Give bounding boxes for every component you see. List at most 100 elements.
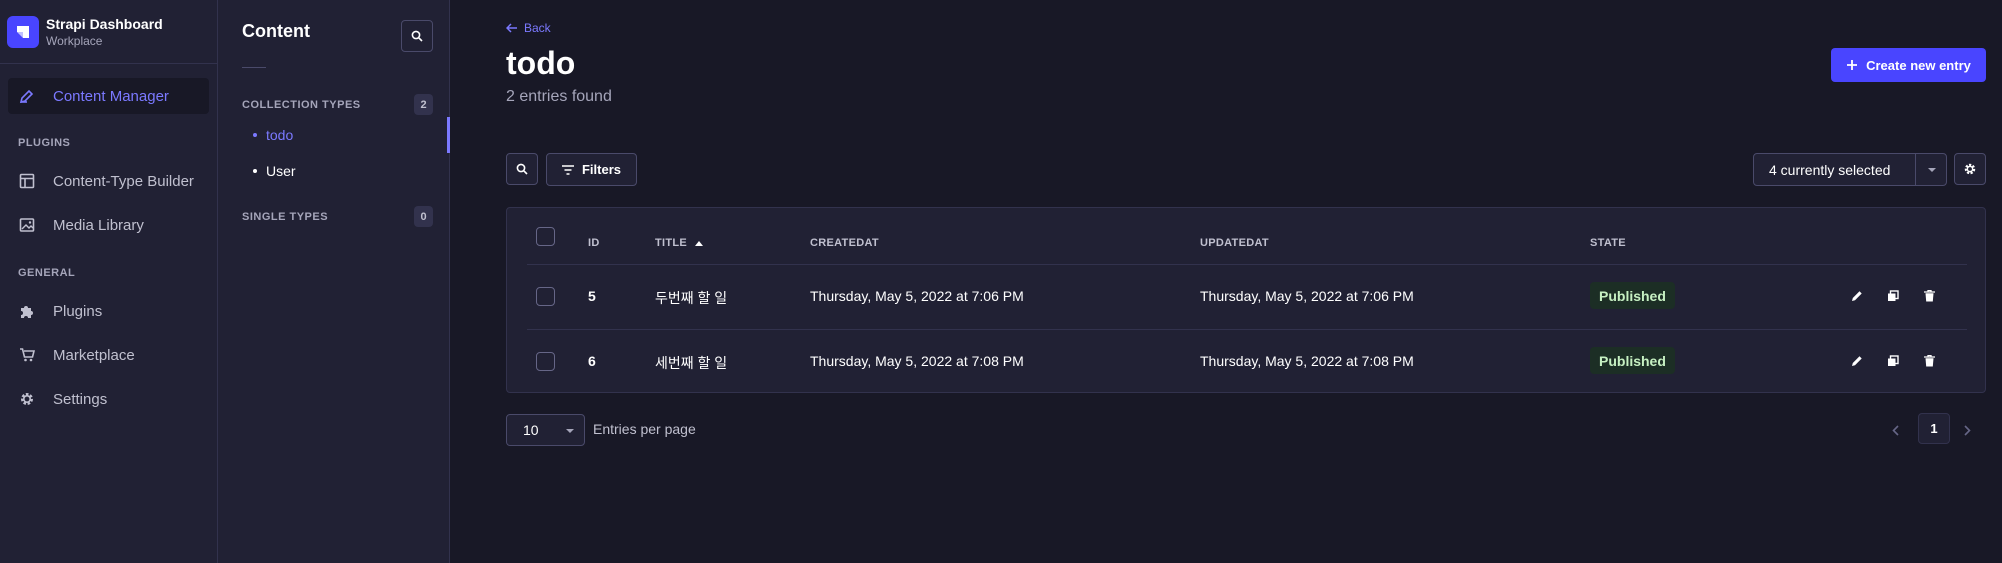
nav-label: Plugins [53, 302, 103, 320]
brand-subtitle: Workplace [46, 33, 103, 48]
cart-icon [18, 346, 36, 364]
nav-content-manager[interactable]: Content Manager [8, 78, 209, 114]
row-checkbox[interactable] [536, 352, 555, 371]
layout-icon [18, 172, 36, 190]
displayed-columns-select[interactable]: 4 currently selected [1753, 153, 1947, 186]
entries-table: ID TITLE CREATEDAT UPDATEDAT STATE 5 두번째… [506, 207, 1986, 393]
cell-title: 세번째 할 일 [655, 355, 728, 371]
next-page-button[interactable] [1958, 421, 1976, 439]
trash-icon [1923, 355, 1935, 367]
edit-button[interactable] [1848, 287, 1866, 305]
image-icon [18, 216, 36, 234]
cell-title: 두번째 할 일 [655, 290, 728, 306]
header-createdat[interactable]: CREATEDAT [810, 237, 879, 249]
list-settings-button[interactable] [1954, 153, 1986, 185]
nav-plugins[interactable]: Plugins [8, 293, 209, 329]
gear-icon [1964, 163, 1976, 175]
nav-label: Content Manager [53, 87, 169, 105]
single-types-count: 0 [414, 206, 433, 227]
duplicate-icon [1888, 290, 1899, 301]
create-new-entry-button[interactable]: Create new entry [1831, 48, 1986, 82]
nav-label: Marketplace [53, 346, 135, 364]
nav-marketplace[interactable]: Marketplace [8, 337, 209, 373]
nav-media-library[interactable]: Media Library [8, 207, 209, 243]
caret-down-icon [566, 429, 574, 433]
back-link[interactable]: Back [506, 21, 551, 35]
page-size-select[interactable]: 10 [506, 414, 585, 446]
filter-icon [561, 164, 574, 175]
brand-title: Strapi Dashboard [46, 15, 163, 32]
pencil-icon [18, 87, 36, 105]
collection-item-user[interactable]: User [253, 163, 296, 179]
puzzle-icon [18, 302, 36, 320]
header-title-label: TITLE [655, 237, 688, 249]
row-checkbox[interactable] [536, 287, 555, 306]
content-subnav: Content COLLECTION TYPES 2 todo User SIN… [218, 0, 450, 563]
nav-section-plugins: PLUGINS [18, 137, 71, 149]
header-id[interactable]: ID [588, 237, 600, 249]
filters-label: Filters [581, 162, 621, 177]
collection-item-todo[interactable]: todo [253, 127, 293, 143]
delete-button[interactable] [1920, 287, 1938, 305]
caret-down-icon [1928, 168, 1936, 172]
cell-updatedat: Thursday, May 5, 2022 at 7:08 PM [1200, 353, 1414, 369]
columns-select-value: 4 currently selected [1769, 161, 1891, 178]
single-types-heading: SINGLE TYPES [242, 211, 329, 223]
gear-icon [18, 390, 36, 408]
cell-createdat: Thursday, May 5, 2022 at 7:06 PM [810, 288, 1024, 304]
duplicate-icon [1888, 355, 1899, 366]
divider [527, 264, 1967, 265]
bullet-icon [253, 133, 257, 137]
page-size-label: Entries per page [593, 421, 696, 437]
search-button[interactable] [506, 153, 538, 185]
search-icon [411, 30, 423, 42]
chevron-left-icon [1891, 424, 1899, 436]
nav-settings[interactable]: Settings [8, 381, 209, 417]
divider [527, 329, 1967, 330]
cell-id: 6 [588, 353, 596, 369]
page-size-value: 10 [523, 422, 539, 438]
edit-button[interactable] [1848, 352, 1866, 370]
back-label: Back [524, 21, 551, 35]
divider [1915, 154, 1916, 185]
filters-button[interactable]: Filters [546, 153, 637, 186]
cell-createdat: Thursday, May 5, 2022 at 7:08 PM [810, 353, 1024, 369]
search-icon [516, 163, 528, 175]
header-title[interactable]: TITLE [655, 237, 704, 249]
nav-label: Settings [53, 390, 108, 408]
pencil-icon [1852, 291, 1862, 301]
entries-count: 2 entries found [506, 88, 612, 105]
subnav-search-button[interactable] [401, 20, 433, 52]
duplicate-button[interactable] [1884, 352, 1902, 370]
header-state[interactable]: STATE [1590, 237, 1626, 249]
arrow-left-icon [506, 23, 517, 33]
chevron-right-icon [1963, 424, 1971, 436]
cell-id: 5 [588, 288, 596, 304]
page-title: todo [506, 45, 576, 81]
strapi-logo-icon [7, 15, 39, 48]
divider [242, 67, 266, 68]
collection-item-label: User [266, 163, 296, 179]
status-badge: Published [1590, 347, 1675, 374]
trash-icon [1923, 290, 1935, 302]
header-updatedat[interactable]: UPDATEDAT [1200, 237, 1269, 249]
cell-updatedat: Thursday, May 5, 2022 at 7:06 PM [1200, 288, 1414, 304]
page-1-button[interactable]: 1 [1918, 413, 1950, 444]
nav-label: Media Library [53, 216, 144, 234]
collection-types-heading: COLLECTION TYPES [242, 99, 361, 111]
bullet-icon [253, 169, 257, 173]
nav-content-type-builder[interactable]: Content-Type Builder [8, 163, 209, 199]
pencil-icon [1852, 356, 1862, 366]
nav-label: Content-Type Builder [53, 172, 194, 190]
status-badge: Published [1590, 282, 1675, 309]
active-indicator [447, 117, 450, 153]
duplicate-button[interactable] [1884, 287, 1902, 305]
collection-types-count: 2 [414, 94, 433, 115]
select-all-checkbox[interactable] [536, 227, 555, 246]
delete-button[interactable] [1920, 352, 1938, 370]
plus-icon [1847, 60, 1858, 70]
nav-section-general: GENERAL [18, 267, 76, 279]
previous-page-button[interactable] [1886, 421, 1904, 439]
brand[interactable]: Strapi Dashboard Workplace [0, 0, 217, 64]
create-label: Create new entry [1866, 57, 1971, 73]
